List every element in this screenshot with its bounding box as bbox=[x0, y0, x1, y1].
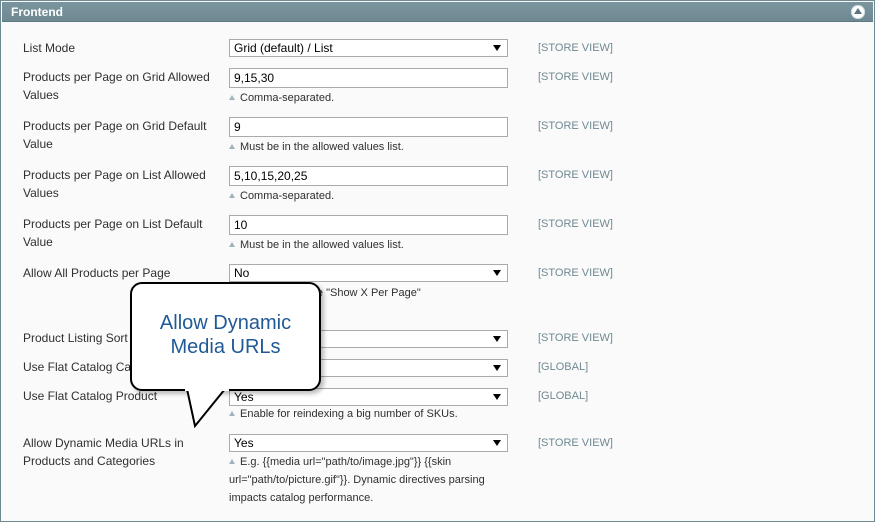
note-triangle-icon bbox=[229, 242, 235, 247]
dropdown-arrow-icon bbox=[493, 394, 501, 400]
list-mode-label: List Mode bbox=[23, 41, 76, 55]
flat-catalog-category-scope: [GLOBAL] bbox=[538, 361, 589, 373]
allow-all-products-label: Allow All Products per Page bbox=[23, 266, 171, 280]
config-fieldset: Frontend List Mode Grid (default) / List… bbox=[0, 0, 875, 522]
note-text: Enable for reindexing a big number of SK… bbox=[240, 408, 458, 420]
dropdown-arrow-icon bbox=[493, 270, 501, 276]
dropdown-arrow-icon bbox=[493, 336, 501, 342]
note-text: Comma-separated. bbox=[240, 190, 335, 202]
allow-all-products-value: No bbox=[234, 266, 250, 280]
allow-all-products-select[interactable]: No bbox=[229, 264, 508, 282]
list-mode-scope: [STORE VIEW] bbox=[538, 42, 613, 54]
note-triangle-icon bbox=[229, 144, 235, 149]
product-listing-sort-scope: [STORE VIEW] bbox=[538, 332, 613, 344]
list-mode-select[interactable]: Grid (default) / List bbox=[229, 39, 508, 57]
list-default-value-scope: [STORE VIEW] bbox=[538, 218, 613, 230]
callout-tail bbox=[185, 388, 229, 429]
list-default-value-note: Must be in the allowed values list. bbox=[229, 236, 509, 254]
flat-catalog-product-note: Enable for reindexing a big number of SK… bbox=[229, 405, 509, 423]
list-mode-value: Grid (default) / List bbox=[234, 41, 333, 55]
note-text: Comma-separated. bbox=[240, 92, 335, 104]
list-allowed-values-label: Products per Page on List Allowed Values bbox=[23, 168, 206, 200]
callout-text: Allow Dynamic Media URLs bbox=[159, 312, 292, 358]
flat-catalog-product-value: Yes bbox=[234, 390, 254, 404]
grid-default-value-note: Must be in the allowed values list. bbox=[229, 138, 509, 156]
dropdown-arrow-icon bbox=[493, 440, 501, 446]
list-allowed-values-note: Comma-separated. bbox=[229, 187, 509, 205]
flat-catalog-product-scope: [GLOBAL] bbox=[538, 390, 589, 402]
dynamic-media-urls-select[interactable]: Yes bbox=[229, 434, 508, 452]
note-triangle-icon bbox=[229, 193, 235, 198]
dynamic-media-urls-value: Yes bbox=[234, 436, 254, 450]
grid-default-value-scope: [STORE VIEW] bbox=[538, 120, 613, 132]
list-default-value-input[interactable]: 10 bbox=[229, 215, 508, 235]
grid-allowed-values-note: Comma-separated. bbox=[229, 89, 509, 107]
note-triangle-icon bbox=[229, 459, 235, 464]
dynamic-media-urls-label: Allow Dynamic Media URLs in Products and… bbox=[23, 436, 184, 468]
dropdown-arrow-icon bbox=[493, 45, 501, 51]
note-text: E.g. {{media url="path/to/image.jpg"}} {… bbox=[229, 456, 485, 504]
dynamic-media-urls-note: E.g. {{media url="path/to/image.jpg"}} {… bbox=[229, 453, 504, 507]
grid-default-value-label: Products per Page on Grid Default Value bbox=[23, 119, 207, 151]
note-triangle-icon bbox=[229, 95, 235, 100]
grid-allowed-values-scope: [STORE VIEW] bbox=[538, 71, 613, 83]
allow-all-products-scope: [STORE VIEW] bbox=[538, 267, 613, 279]
grid-allowed-values-label: Products per Page on Grid Allowed Values bbox=[23, 70, 210, 102]
chevron-up-circle-icon[interactable] bbox=[851, 5, 865, 19]
callout-bubble: Allow Dynamic Media URLs bbox=[130, 282, 321, 391]
note-text: Must be in the allowed values list. bbox=[240, 239, 404, 251]
note-text: Must be in the allowed values list. bbox=[240, 141, 404, 153]
list-allowed-values-scope: [STORE VIEW] bbox=[538, 169, 613, 181]
dynamic-media-urls-scope: [STORE VIEW] bbox=[538, 437, 613, 449]
list-allowed-values-input[interactable]: 5,10,15,20,25 bbox=[229, 166, 508, 186]
section-header[interactable]: Frontend bbox=[2, 2, 873, 22]
dropdown-arrow-icon bbox=[493, 365, 501, 371]
grid-default-value-input[interactable]: 9 bbox=[229, 117, 508, 137]
list-default-value-label: Products per Page on List Default Value bbox=[23, 217, 203, 249]
section-title: Frontend bbox=[11, 5, 63, 19]
grid-allowed-values-input[interactable]: 9,15,30 bbox=[229, 68, 508, 88]
